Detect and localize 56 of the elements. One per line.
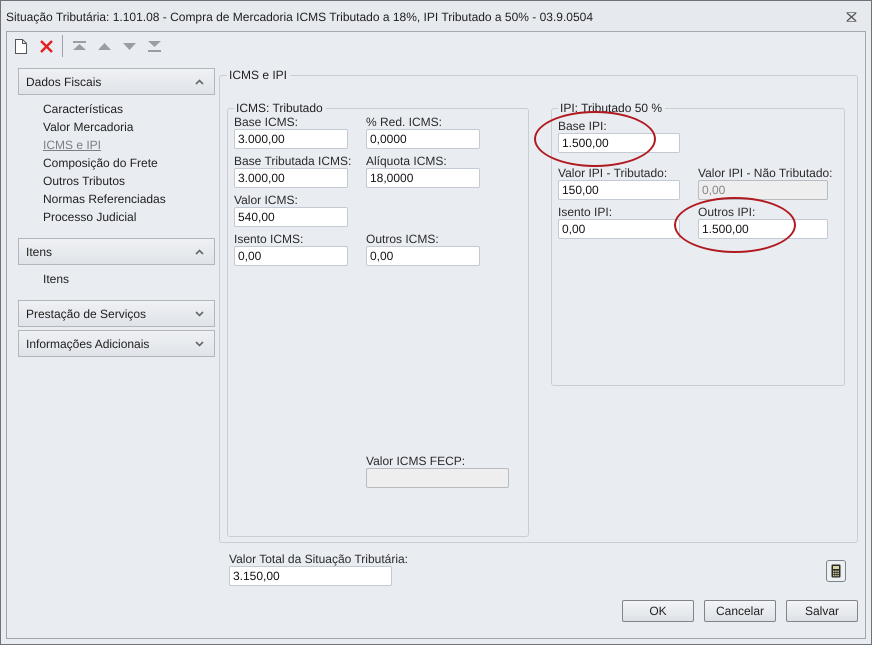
next-icon bbox=[122, 42, 136, 50]
field-label: Valor ICMS: bbox=[234, 193, 299, 207]
panel-title: ICMS e IPI bbox=[228, 68, 288, 82]
collapse-icon bbox=[195, 78, 204, 84]
section-header[interactable]: Informações Adicionais bbox=[18, 330, 215, 357]
field-label: % Red. ICMS: bbox=[366, 115, 444, 129]
input-field[interactable]: 0,0000 bbox=[366, 129, 480, 149]
field-label: Base Tributada ICMS: bbox=[234, 154, 348, 168]
previous-icon bbox=[98, 42, 110, 50]
field-label: Base IPI: bbox=[558, 119, 608, 133]
sidebar-link[interactable]: Processo Judicial bbox=[43, 208, 136, 226]
input-field[interactable]: 3.000,00 bbox=[234, 168, 348, 188]
input-field[interactable]: 1.500,00 bbox=[698, 219, 828, 239]
dialog-button[interactable]: Cancelar bbox=[704, 600, 776, 622]
section-header[interactable]: Dados Fiscais bbox=[18, 68, 215, 95]
sidebar-link[interactable]: Itens bbox=[43, 270, 70, 288]
input-field[interactable]: 0,00 bbox=[234, 246, 348, 266]
first-icon bbox=[72, 40, 86, 52]
field-label: Valor Total da Situação Tributária: bbox=[229, 552, 408, 566]
field-label: Isento ICMS: bbox=[234, 232, 304, 246]
group-title: ICMS: Tributado bbox=[235, 101, 324, 115]
dialog-button[interactable]: OK bbox=[622, 600, 694, 622]
sidebar-link[interactable]: Composição do Frete bbox=[43, 154, 158, 172]
input-field[interactable]: 3.000,00 bbox=[234, 129, 348, 149]
close-icon[interactable] bbox=[846, 12, 857, 22]
sidebar-link[interactable]: Valor Mercadoria bbox=[43, 118, 134, 136]
field-label: Base ICMS: bbox=[234, 115, 300, 129]
dialog-button[interactable]: Salvar bbox=[786, 600, 858, 622]
input-field[interactable]: 3.150,00 bbox=[229, 566, 392, 586]
section-header[interactable]: Itens bbox=[18, 238, 215, 265]
field-label: Outros ICMS: bbox=[366, 232, 440, 246]
sidebar-link[interactable]: Características bbox=[43, 100, 124, 118]
input-field[interactable]: 1.500,00 bbox=[558, 133, 680, 153]
group-title: IPI: Tributado 50 % bbox=[559, 101, 664, 115]
sidebar-link[interactable]: Normas Referenciadas bbox=[43, 190, 166, 208]
expand-icon bbox=[195, 310, 204, 316]
input-field[interactable]: 150,00 bbox=[558, 180, 680, 200]
input-field[interactable]: 0,00 bbox=[558, 219, 680, 239]
input-field[interactable]: 18,0000 bbox=[366, 168, 480, 188]
input-field[interactable]: 0,00 bbox=[366, 246, 480, 266]
field-label: Alíquota ICMS: bbox=[366, 154, 448, 168]
field-label: Valor IPI - Tributado: bbox=[558, 166, 668, 180]
field-label: Isento IPI: bbox=[558, 205, 614, 219]
expand-icon bbox=[195, 340, 204, 346]
calculator-button[interactable] bbox=[826, 560, 846, 582]
sidebar-link[interactable]: Outros Tributos bbox=[43, 172, 126, 190]
last-icon bbox=[148, 40, 160, 52]
input-field[interactable]: 540,00 bbox=[234, 207, 348, 227]
delete-icon bbox=[40, 40, 52, 52]
window-title: Situação Tributária: 1.101.08 - Compra de Mercadoria ICMS Tributado a 18%, IPI Tributado a 50% - 03.9.0504 bbox=[6, 10, 593, 24]
field-label: Valor ICMS FECP: bbox=[366, 454, 466, 468]
new-document-icon bbox=[15, 38, 27, 54]
field-label: Outros IPI: bbox=[698, 205, 756, 219]
collapse-icon bbox=[195, 248, 204, 254]
section-header[interactable]: Prestação de Serviços bbox=[18, 300, 215, 327]
calculator-icon bbox=[831, 564, 841, 578]
